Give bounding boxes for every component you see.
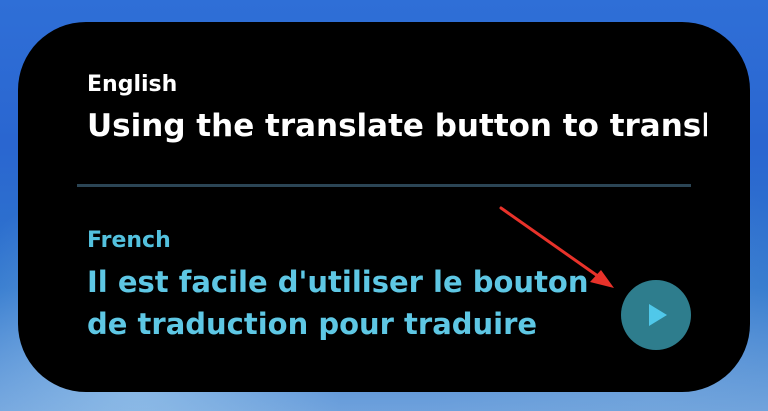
- target-language-label: French: [87, 228, 171, 253]
- play-icon: [649, 304, 667, 326]
- target-text: Il est facile d'utiliser le bouton de tr…: [87, 265, 589, 341]
- divider: [77, 184, 691, 187]
- source-language-label: English: [87, 72, 178, 97]
- translate-widget: English Using the translate button to tr…: [18, 22, 750, 392]
- play-translation-button[interactable]: [621, 280, 691, 350]
- source-text: Using the translate button to transl...: [87, 108, 707, 144]
